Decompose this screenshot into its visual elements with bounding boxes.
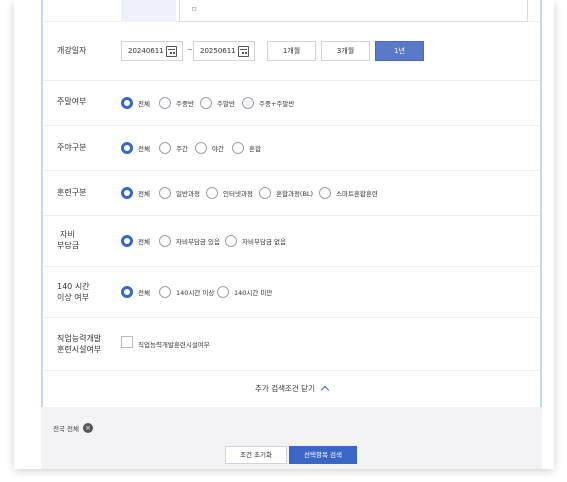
date-range-label: 개강일자 [57,46,87,55]
hours-option-under[interactable]: 140시간 미만 [217,286,272,298]
radio-label: 전체 [138,190,150,198]
weekend-option-all[interactable]: 전체 [121,97,150,109]
radio-circle[interactable] [206,187,218,199]
collapse-filters-toggle[interactable]: 추가 검색조건 닫기 [43,383,540,395]
radio-label: 전체 [138,289,150,297]
facility-row: 직업능력개발 훈련시설여부 직업능력개발훈련시설여부 [43,318,540,371]
hours-row: 140 시간 이상 여부 전체 140시간 이상 140시간 미만 [43,267,540,318]
self-pay-option-no[interactable]: 자비부담금 없음 [225,235,286,247]
radio-label: 일반과정 [176,190,200,198]
radio-label: 전체 [138,100,150,108]
radio-label: 주말반 [217,100,235,108]
training-type-label: 훈련구분 [57,188,87,197]
weekend-row: 주말여부 전체 주중반 주말반 주중+주말반 [43,81,540,126]
radio-circle[interactable] [200,97,212,109]
training-option-general[interactable]: 일반과정 [159,187,200,199]
calendar-icon[interactable] [166,46,177,57]
filter-panel: ㅁ 개강일자 20240611 ~ 20250611 1개월 3개월 1년 주말… [41,0,542,407]
weekend-option-weekend[interactable]: 주말반 [200,97,235,109]
start-date-field[interactable]: 20240611 [121,41,183,61]
radio-circle[interactable] [121,286,133,298]
reset-filters-button[interactable]: 조건 초기화 [225,446,287,464]
daynight-option-night[interactable]: 야간 [195,142,224,154]
radio-circle[interactable] [195,142,207,154]
top-row-label-cell [121,0,176,22]
radio-label: 혼합 [249,145,261,153]
radio-label: 자비부담금 없음 [242,238,286,246]
period-1year-button[interactable]: 1년 [375,41,424,61]
facility-checkbox[interactable] [121,336,133,348]
radio-label: 주중반 [176,100,194,108]
radio-circle[interactable] [259,187,271,199]
radio-circle[interactable] [232,142,244,154]
radio-circle[interactable] [159,142,171,154]
date-separator: ~ [187,46,193,54]
chevron-up-icon[interactable] [320,385,330,395]
radio-circle[interactable] [159,187,171,199]
radio-label: 주중+주말반 [259,100,295,108]
self-pay-option-yes[interactable]: 자비부담금 있음 [159,235,220,247]
radio-label: 140시간 미만 [234,289,273,297]
training-option-internet[interactable]: 인터넷과정 [206,187,253,199]
radio-circle[interactable] [242,97,254,109]
training-option-blended[interactable]: 혼합과정(BL) [259,187,313,199]
keyword-input-text: ㅁ [191,5,198,13]
hours-option-over[interactable]: 140시간 이상 [159,286,214,298]
region-chip: 전국 전체 × [53,423,93,433]
radio-circle[interactable] [121,187,133,199]
self-pay-option-all[interactable]: 전체 [121,235,150,247]
radio-label: 전체 [138,145,150,153]
start-date-value: 20240611 [128,47,164,55]
training-type-row: 훈련구분 전체 일반과정 인터넷과정 혼합과정(BL) 스마트혼합훈련 [43,171,540,216]
close-circle-icon[interactable]: × [83,423,93,433]
radio-circle[interactable] [121,142,133,154]
period-1month-button[interactable]: 1개월 [267,41,316,61]
radio-circle[interactable] [319,187,331,199]
radio-label: 야간 [212,145,224,153]
period-3month-button[interactable]: 3개월 [321,41,370,61]
self-pay-row: 자비 부담금 전체 자비부담금 있음 자비부담금 없음 [43,216,540,267]
daynight-row: 주야구분 전체 주간 야간 혼합 [43,126,540,171]
filter-footer: 전국 전체 × 조건 초기화 선택항목 검색 [41,407,542,469]
search-selected-button[interactable]: 선택항목 검색 [289,446,357,464]
end-date-field[interactable]: 20250611 [193,41,255,61]
hours-option-all[interactable]: 전체 [121,286,150,298]
radio-label: 140시간 이상 [176,289,215,297]
radio-circle[interactable] [159,97,171,109]
radio-circle[interactable] [121,97,133,109]
weekend-option-weekday[interactable]: 주중반 [159,97,194,109]
facility-checkbox-label: 직업능력개발훈련시설여부 [138,341,210,349]
radio-label: 혼합과정(BL) [276,190,314,198]
hours-label-line2: 이상 여부 [57,293,89,302]
end-date-value: 20250611 [200,47,236,55]
region-chip-label: 전국 전체 [53,425,79,433]
radio-circle[interactable] [159,235,171,247]
daynight-option-day[interactable]: 주간 [159,142,188,154]
date-range-row: 개강일자 20240611 ~ 20250611 1개월 3개월 1년 [43,22,540,81]
radio-label: 주간 [176,145,188,153]
radio-circle[interactable] [121,235,133,247]
radio-circle[interactable] [159,286,171,298]
radio-circle[interactable] [225,235,237,247]
top-filter-row: ㅁ [43,0,540,22]
daynight-option-all[interactable]: 전체 [121,142,150,154]
radio-label: 전체 [138,238,150,246]
weekend-label: 주말여부 [57,97,87,106]
radio-label: 자비부담금 있음 [176,238,220,246]
radio-circle[interactable] [217,286,229,298]
training-option-smart[interactable]: 스마트혼합훈련 [319,187,378,199]
daynight-option-mixed[interactable]: 혼합 [232,142,261,154]
weekend-option-both[interactable]: 주중+주말반 [242,97,294,109]
self-pay-label-line2: 부담금 [57,241,80,250]
radio-label: 스마트혼합훈련 [336,190,378,198]
keyword-input[interactable]: ㅁ [179,0,528,22]
calendar-icon[interactable] [238,46,249,57]
daynight-label: 주야구분 [57,143,87,152]
facility-label-line2: 훈련시설여부 [57,345,102,354]
radio-label: 인터넷과정 [223,190,253,198]
training-option-all[interactable]: 전체 [121,187,150,199]
collapse-filters-label: 추가 검색조건 닫기 [255,384,315,393]
